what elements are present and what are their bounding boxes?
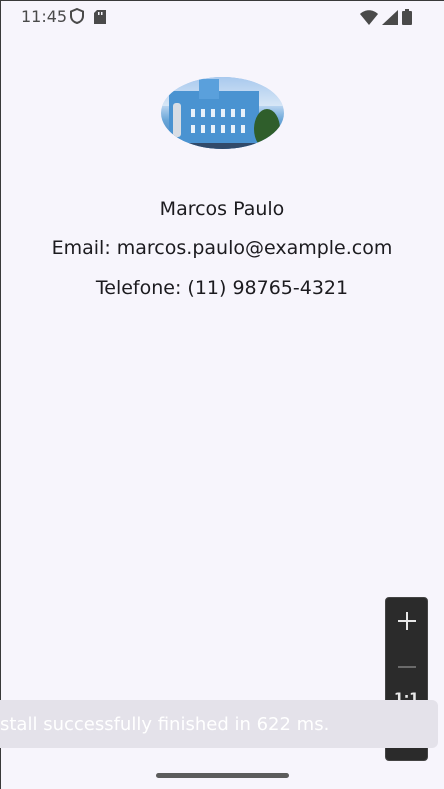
minus-icon <box>397 643 417 676</box>
status-time: 11:45 <box>21 7 68 26</box>
plus-icon <box>397 605 417 638</box>
home-indicator[interactable] <box>156 773 289 778</box>
profile-email: Email: marcos.paulo@example.com <box>51 237 393 259</box>
profile-image <box>161 77 284 149</box>
profile-name: Marcos Paulo <box>159 198 285 220</box>
zoom-out-button[interactable] <box>386 640 427 678</box>
toast-message: stall successfully finished in 622 ms. <box>0 700 438 748</box>
toast-text: stall successfully finished in 622 ms. <box>0 714 330 735</box>
shield-icon <box>70 7 84 28</box>
signal-icon <box>382 9 398 29</box>
battery-icon <box>402 9 412 29</box>
status-bar: 11:45 <box>0 0 444 34</box>
wifi-icon <box>360 9 378 29</box>
sd-card-icon <box>94 9 106 28</box>
profile-phone: Telefone: (11) 98765-4321 <box>95 277 349 299</box>
zoom-in-button[interactable] <box>386 602 427 640</box>
window-left-edge <box>0 0 1 789</box>
